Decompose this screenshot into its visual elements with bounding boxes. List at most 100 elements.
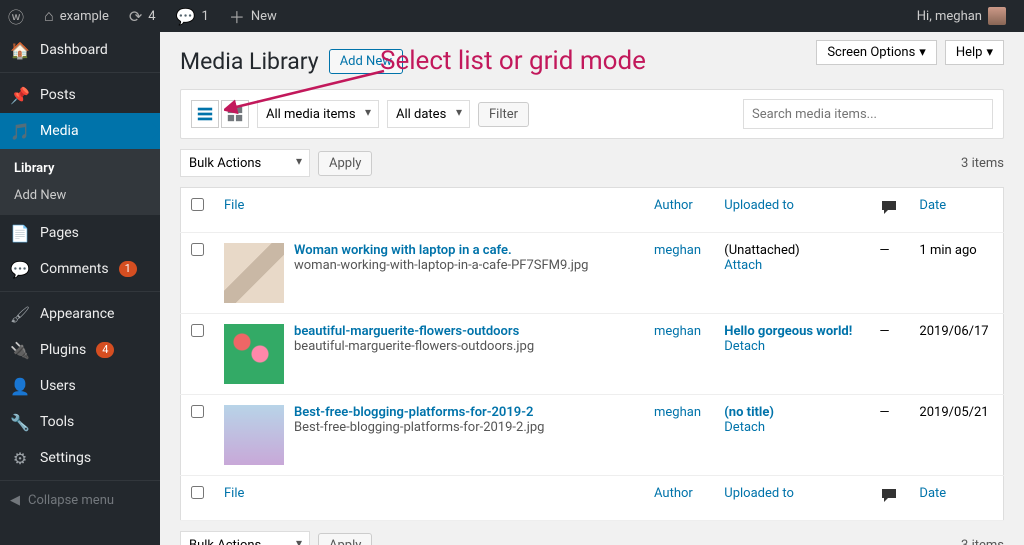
thumbnail[interactable] (224, 243, 284, 303)
menu-users[interactable]: 👤 Users (0, 368, 160, 404)
col-uploaded-foot[interactable]: Uploaded to (724, 486, 794, 501)
select-all-top[interactable] (191, 198, 204, 211)
site-name: example (60, 9, 109, 24)
plus-icon: ＋ (229, 4, 245, 28)
menu-label: Comments (40, 261, 109, 277)
uploaded-text: (Unattached) (724, 243, 799, 258)
comment-column-icon[interactable] (879, 198, 899, 218)
attach-link[interactable]: Attach (724, 258, 762, 273)
comments-link[interactable]: 💬 1 (168, 0, 217, 32)
wp-logo[interactable]: ⓦ (0, 0, 32, 32)
row-checkbox[interactable] (191, 243, 204, 256)
comment-column-icon[interactable] (879, 486, 899, 506)
uploaded-link[interactable]: (no title) (724, 405, 774, 420)
media-submenu: Library Add New (0, 149, 160, 215)
col-date[interactable]: Date (919, 198, 946, 213)
submenu-addnew[interactable]: Add New (0, 182, 160, 209)
menu-label: Pages (40, 225, 79, 241)
thumbnail[interactable] (224, 324, 284, 384)
row-date: 2019/06/17 (909, 314, 1003, 395)
collapse-icon: ◀ (10, 493, 20, 508)
file-name: woman-working-with-laptop-in-a-cafe-PF7S… (224, 258, 634, 273)
date-select[interactable]: All dates (387, 100, 470, 128)
brush-icon: 🖌 (10, 304, 30, 324)
media-type-select[interactable]: All media items (257, 100, 379, 128)
file-title-link[interactable]: Woman working with laptop in a cafe. (294, 243, 512, 258)
menu-pages[interactable]: 📄 Pages (0, 215, 160, 251)
thumbnail[interactable] (224, 405, 284, 465)
menu-label: Dashboard (40, 42, 108, 58)
menu-label: Tools (40, 414, 74, 430)
menu-tools[interactable]: 🔧 Tools (0, 404, 160, 440)
new-label: New (251, 9, 277, 24)
plug-icon: 🔌 (10, 340, 30, 360)
filter-bar: All media items All dates Filter (180, 89, 1004, 139)
bulk-actions-select-top[interactable]: Bulk Actions (180, 149, 310, 177)
author-link[interactable]: meghan (654, 243, 701, 258)
menu-label: Users (40, 378, 76, 394)
new-link[interactable]: ＋ New (221, 0, 285, 32)
menu-label: Appearance (40, 306, 114, 322)
author-link[interactable]: meghan (654, 324, 701, 339)
list-icon (196, 105, 214, 123)
uploaded-link[interactable]: Hello gorgeous world! (724, 324, 852, 339)
updates-link[interactable]: ⟳ 4 (121, 0, 164, 32)
col-uploaded[interactable]: Uploaded to (724, 198, 794, 213)
apply-button-bottom[interactable]: Apply (318, 533, 372, 545)
col-file-foot[interactable]: File (224, 486, 244, 501)
item-count-top: 3 items (961, 156, 1004, 171)
account-link[interactable]: Hi, meghan (909, 0, 1014, 32)
file-name: beautiful-marguerite-flowers-outdoors.jp… (224, 339, 634, 354)
site-link[interactable]: ⌂ example (36, 0, 117, 32)
author-link[interactable]: meghan (654, 405, 701, 420)
menu-label: Media (40, 123, 79, 139)
detach-link[interactable]: Detach (724, 339, 765, 354)
col-date-foot[interactable]: Date (919, 486, 946, 501)
row-comments: — (869, 233, 909, 314)
home-icon: ⌂ (44, 6, 54, 26)
update-icon: ⟳ (129, 7, 142, 26)
file-title-link[interactable]: beautiful-marguerite-flowers-outdoors (294, 324, 519, 339)
file-name: Best-free-blogging-platforms-for-2019-2.… (224, 420, 634, 435)
apply-button-top[interactable]: Apply (318, 151, 372, 176)
menu-dashboard[interactable]: 🏠 Dashboard (0, 32, 160, 68)
table-row: Best-free-blogging-platforms-for-2019-2 … (181, 395, 1004, 476)
pin-icon: 📌 (10, 85, 30, 105)
comments-count: 1 (202, 9, 209, 24)
dashboard-icon: 🏠 (10, 40, 30, 60)
col-author[interactable]: Author (654, 198, 693, 213)
add-new-button[interactable]: Add New (329, 49, 403, 74)
grid-view-button[interactable] (221, 100, 249, 128)
menu-plugins[interactable]: 🔌 Plugins 4 (0, 332, 160, 368)
bulk-actions-select-bottom[interactable]: Bulk Actions (180, 531, 310, 545)
row-comments: — (869, 395, 909, 476)
list-view-button[interactable] (191, 100, 219, 128)
col-file[interactable]: File (224, 198, 244, 213)
content-area: Screen Options ▾ Help ▾ Media Library Ad… (160, 32, 1024, 545)
menu-label: Posts (40, 87, 76, 103)
help-button[interactable]: Help ▾ (945, 40, 1004, 65)
row-checkbox[interactable] (191, 405, 204, 418)
screen-options-button[interactable]: Screen Options ▾ (816, 40, 937, 65)
search-input[interactable] (743, 99, 993, 129)
menu-media[interactable]: 🎵 Media (0, 113, 160, 149)
media-table: File Author Uploaded to Date Woman worki… (180, 187, 1004, 521)
menu-comments[interactable]: 💬 Comments 1 (0, 251, 160, 287)
row-date: 2019/05/21 (909, 395, 1003, 476)
col-author-foot[interactable]: Author (654, 486, 693, 501)
admin-bar: ⓦ ⌂ example ⟳ 4 💬 1 ＋ New Hi, meghan (0, 0, 1024, 32)
sliders-icon: ⚙ (10, 448, 30, 468)
greeting: Hi, meghan (917, 9, 982, 24)
filter-button[interactable]: Filter (478, 102, 529, 127)
comments-badge: 1 (119, 261, 137, 277)
menu-appearance[interactable]: 🖌 Appearance (0, 296, 160, 332)
menu-posts[interactable]: 📌 Posts (0, 77, 160, 113)
row-checkbox[interactable] (191, 324, 204, 337)
collapse-menu[interactable]: ◀ Collapse menu (0, 485, 160, 516)
file-title-link[interactable]: Best-free-blogging-platforms-for-2019-2 (294, 405, 533, 420)
menu-settings[interactable]: ⚙ Settings (0, 440, 160, 476)
detach-link[interactable]: Detach (724, 420, 765, 435)
select-all-bottom[interactable] (191, 486, 204, 499)
menu-label: Settings (40, 450, 91, 466)
submenu-library[interactable]: Library (0, 155, 160, 182)
